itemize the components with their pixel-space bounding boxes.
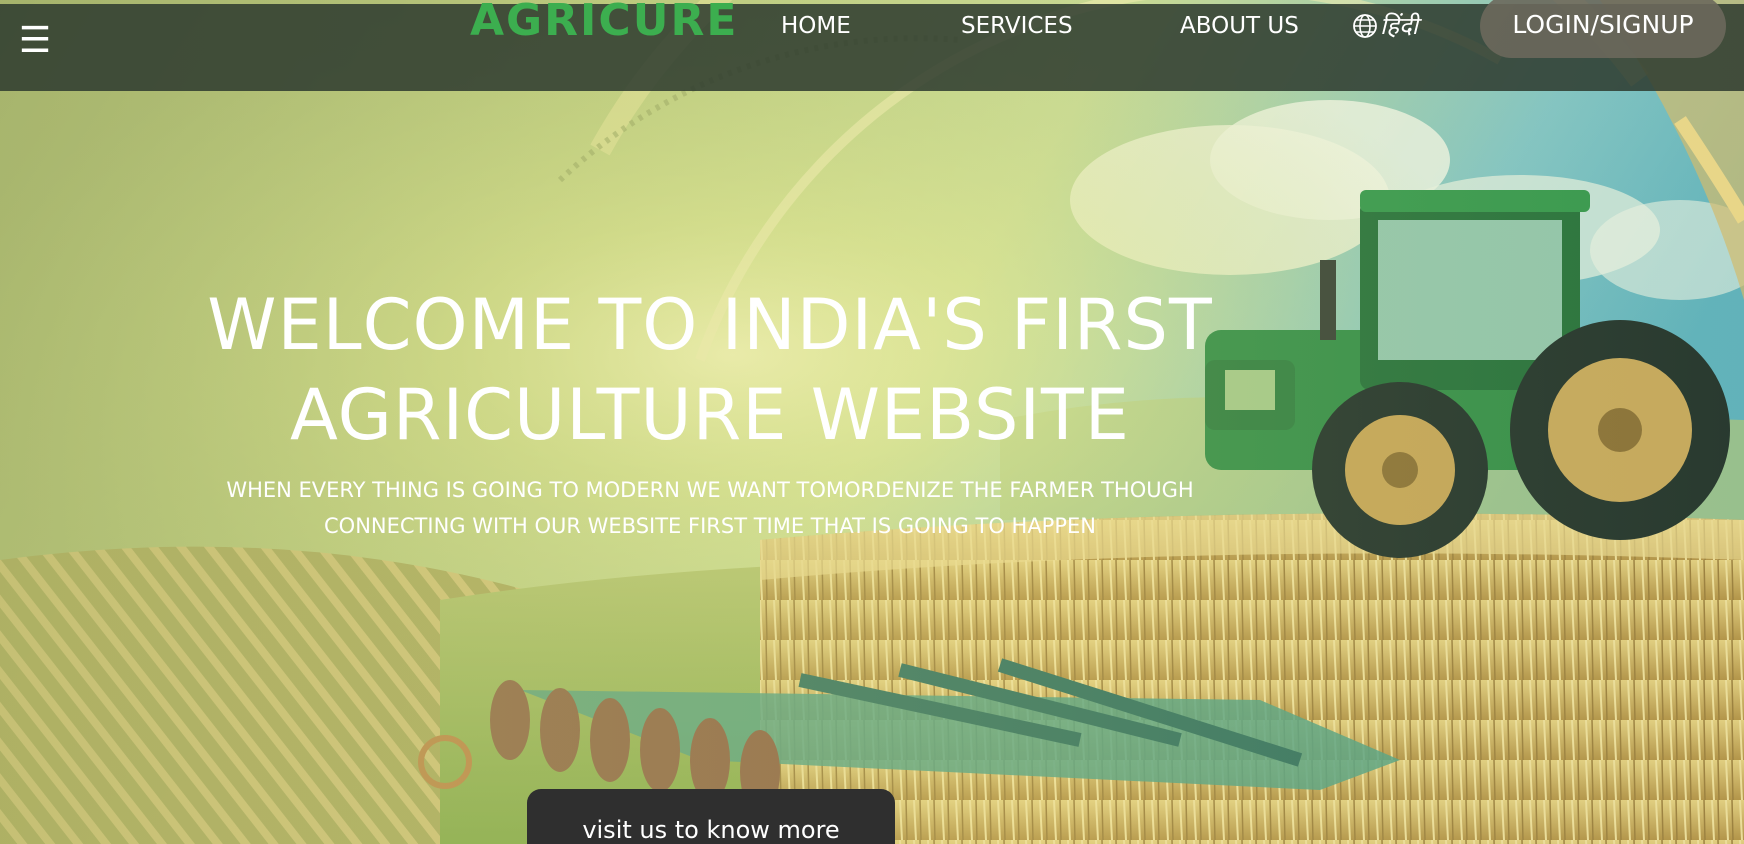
nav-link-home[interactable]: HOME (781, 12, 851, 40)
visit-us-button[interactable]: visit us to know more (527, 789, 895, 844)
hero-title: WELCOME TO INDIA'S FIRST AGRICULTURE WEB… (150, 280, 1270, 460)
language-switch-hindi[interactable]: हिंदी (1352, 12, 1418, 40)
login-signup-button[interactable]: LOGIN/SIGNUP (1480, 0, 1726, 58)
language-label: हिंदी (1380, 12, 1418, 40)
hamburger-menu-icon[interactable]: ☰ (18, 23, 52, 59)
page-viewport: WELCOME TO INDIA'S FIRST AGRICULTURE WEB… (0, 0, 1744, 844)
globe-icon (1353, 14, 1377, 38)
brand-logo[interactable]: AGRICURE (470, 0, 738, 46)
nav-link-services[interactable]: SERVICES (961, 12, 1073, 40)
hero-title-line-1: WELCOME TO INDIA'S FIRST (207, 284, 1213, 366)
hero-subtitle-line-2: CONNECTING WITH OUR WEBSITE FIRST TIME T… (324, 514, 1096, 538)
nav-link-about-us[interactable]: ABOUT US (1180, 12, 1299, 40)
hero-section: WELCOME TO INDIA'S FIRST AGRICULTURE WEB… (0, 0, 1744, 844)
hero-subtitle-line-1: WHEN EVERY THING IS GOING TO MODERN WE W… (226, 478, 1194, 502)
hero-title-line-2: AGRICULTURE WEBSITE (289, 374, 1131, 456)
hero-subtitle: WHEN EVERY THING IS GOING TO MODERN WE W… (190, 472, 1230, 544)
top-navbar: ☰ AGRICURE HOME SERVICES ABOUT US हिंदी … (0, 0, 1744, 91)
